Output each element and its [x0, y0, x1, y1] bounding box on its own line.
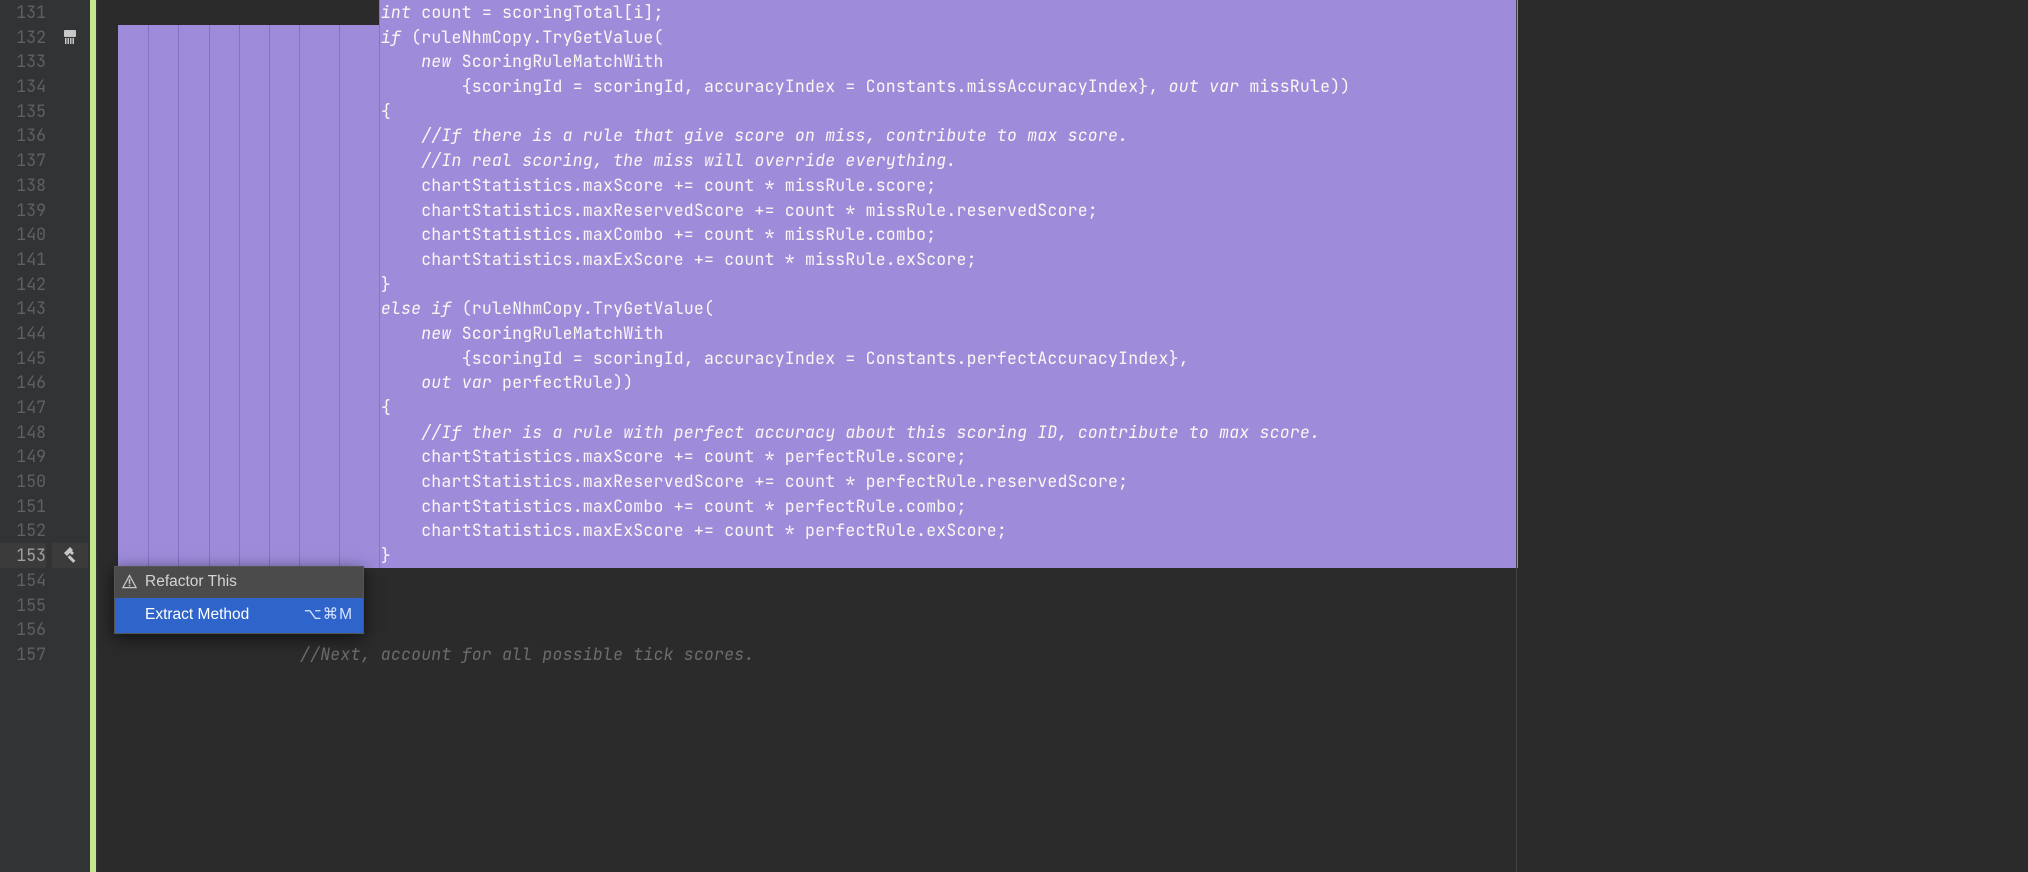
code-line[interactable]: chartStatistics.maxCombo += count * miss…	[98, 222, 2028, 247]
gutter-line-number: 143	[0, 296, 46, 321]
popup-title-text: Refactor This	[145, 573, 237, 590]
gutter-line-number: 141	[0, 247, 46, 272]
gutter-icon-cell	[52, 444, 88, 469]
code-line[interactable]: chartStatistics.maxReservedScore += coun…	[98, 198, 2028, 223]
gutter-icon-cell	[52, 123, 88, 148]
gutter-line-number: 151	[0, 494, 46, 519]
gutter-icon-cell	[52, 198, 88, 223]
gutter-line-number: 142	[0, 272, 46, 297]
code-line[interactable]: {scoringId = scoringId, accuracyIndex = …	[98, 74, 2028, 99]
code-line[interactable]: }	[98, 272, 2028, 297]
code-line[interactable]: chartStatistics.maxExScore += count * pe…	[98, 518, 2028, 543]
code-line[interactable]: //If there is a rule that give score on …	[98, 123, 2028, 148]
vcs-change-marker	[88, 0, 98, 872]
code-line[interactable]: chartStatistics.maxCombo += count * perf…	[98, 494, 2028, 519]
popup-title: Refactor This	[115, 567, 363, 598]
gutter-icon-cell	[52, 247, 88, 272]
gutter-line-number: 140	[0, 222, 46, 247]
gutter-line-number: 134	[0, 74, 46, 99]
popup-item-shortcut: ⌥⌘M	[304, 603, 353, 628]
gutter-icon-cell	[52, 0, 88, 25]
gutter-icon-cell	[52, 99, 88, 124]
gutter-line-number: 139	[0, 198, 46, 223]
gutter-line-number: 135	[0, 99, 46, 124]
gutter-line-number: 152	[0, 518, 46, 543]
code-area[interactable]: int count = scoringTotal[i]; if (ruleNhm…	[98, 0, 2028, 872]
gutter-icon-cell	[52, 222, 88, 247]
gutter-icon-cell	[52, 593, 88, 618]
code-line[interactable]: chartStatistics.maxScore += count * miss…	[98, 173, 2028, 198]
gutter-line-number: 132	[0, 25, 46, 50]
line-gutter: 1311321331341351361371381391401411421431…	[0, 0, 52, 872]
gutter-icon-cell	[52, 395, 88, 420]
gutter-line-number: 131	[0, 0, 46, 25]
code-line[interactable]: //Next, account for all possible tick sc…	[98, 642, 2028, 667]
editor-root: 1311321331341351361371381391401411421431…	[0, 0, 2028, 872]
code-line[interactable]: if (ruleNhmCopy.TryGetValue(	[98, 25, 2028, 50]
format-brush-icon[interactable]	[61, 28, 79, 46]
gutter-line-number: 146	[0, 370, 46, 395]
popup-item-label: Extract Method	[145, 603, 249, 628]
gutter-icon-cell	[52, 25, 88, 50]
code-line[interactable]: int count = scoringTotal[i];	[98, 0, 2028, 25]
refactor-popup: Refactor This Extract Method ⌥⌘M	[114, 566, 364, 633]
gutter-line-number: 147	[0, 395, 46, 420]
gutter-line-number: 157	[0, 642, 46, 667]
gutter-icon-cell	[52, 148, 88, 173]
code-line[interactable]: new ScoringRuleMatchWith	[98, 49, 2028, 74]
gutter-icon-cell	[52, 642, 88, 667]
gutter-icon-cell	[52, 272, 88, 297]
gutter-line-number: 149	[0, 444, 46, 469]
gutter-line-number: 153	[0, 543, 46, 568]
code-line[interactable]: else if (ruleNhmCopy.TryGetValue(	[98, 296, 2028, 321]
code-line[interactable]: {scoringId = scoringId, accuracyIndex = …	[98, 346, 2028, 371]
gutter-line-number: 137	[0, 148, 46, 173]
gutter-line-number: 148	[0, 420, 46, 445]
gutter-line-number: 154	[0, 568, 46, 593]
gutter-line-number: 136	[0, 123, 46, 148]
code-line[interactable]: {	[98, 99, 2028, 124]
gutter-line-number: 144	[0, 321, 46, 346]
gutter-icon-cell	[52, 296, 88, 321]
code-line[interactable]	[98, 593, 2028, 618]
code-line[interactable]: out var perfectRule))	[98, 370, 2028, 395]
gutter-icon-cell	[52, 617, 88, 642]
gutter-line-number: 138	[0, 173, 46, 198]
code-line[interactable]: //If ther is a rule with perfect accurac…	[98, 420, 2028, 445]
code-line[interactable]: new ScoringRuleMatchWith	[98, 321, 2028, 346]
gutter-icon-cell	[52, 346, 88, 371]
gutter-icon-cell	[52, 494, 88, 519]
gutter-icon-cell	[52, 420, 88, 445]
gutter-icon-cell	[52, 370, 88, 395]
gutter-icon-cell	[52, 49, 88, 74]
gutter-line-number: 145	[0, 346, 46, 371]
gutter-icon-cell	[52, 469, 88, 494]
code-line[interactable]: }	[98, 543, 2028, 568]
gutter-icon-cell	[52, 74, 88, 99]
gutter-icon-cell	[52, 321, 88, 346]
code-line[interactable]: //In real scoring, the miss will overrid…	[98, 148, 2028, 173]
gutter-icon-cell	[52, 173, 88, 198]
right-margin-guide	[1516, 0, 1517, 872]
gutter-icon-column	[52, 0, 88, 872]
code-line[interactable]: chartStatistics.maxReservedScore += coun…	[98, 469, 2028, 494]
code-line[interactable]: {	[98, 395, 2028, 420]
gutter-line-number: 150	[0, 469, 46, 494]
gutter-icon-cell	[52, 568, 88, 593]
code-line[interactable]	[98, 617, 2028, 642]
gutter-line-number: 155	[0, 593, 46, 618]
gutter-icon-cell	[52, 518, 88, 543]
gutter-line-number: 156	[0, 617, 46, 642]
code-line[interactable]: }	[98, 568, 2028, 593]
warning-icon	[122, 575, 137, 590]
gutter-line-number: 133	[0, 49, 46, 74]
build-hammer-icon[interactable]	[61, 546, 79, 564]
code-line[interactable]: chartStatistics.maxScore += count * perf…	[98, 444, 2028, 469]
code-line[interactable]: chartStatistics.maxExScore += count * mi…	[98, 247, 2028, 272]
popup-item-extract-method[interactable]: Extract Method ⌥⌘M	[115, 598, 363, 633]
gutter-icon-cell	[52, 543, 88, 568]
